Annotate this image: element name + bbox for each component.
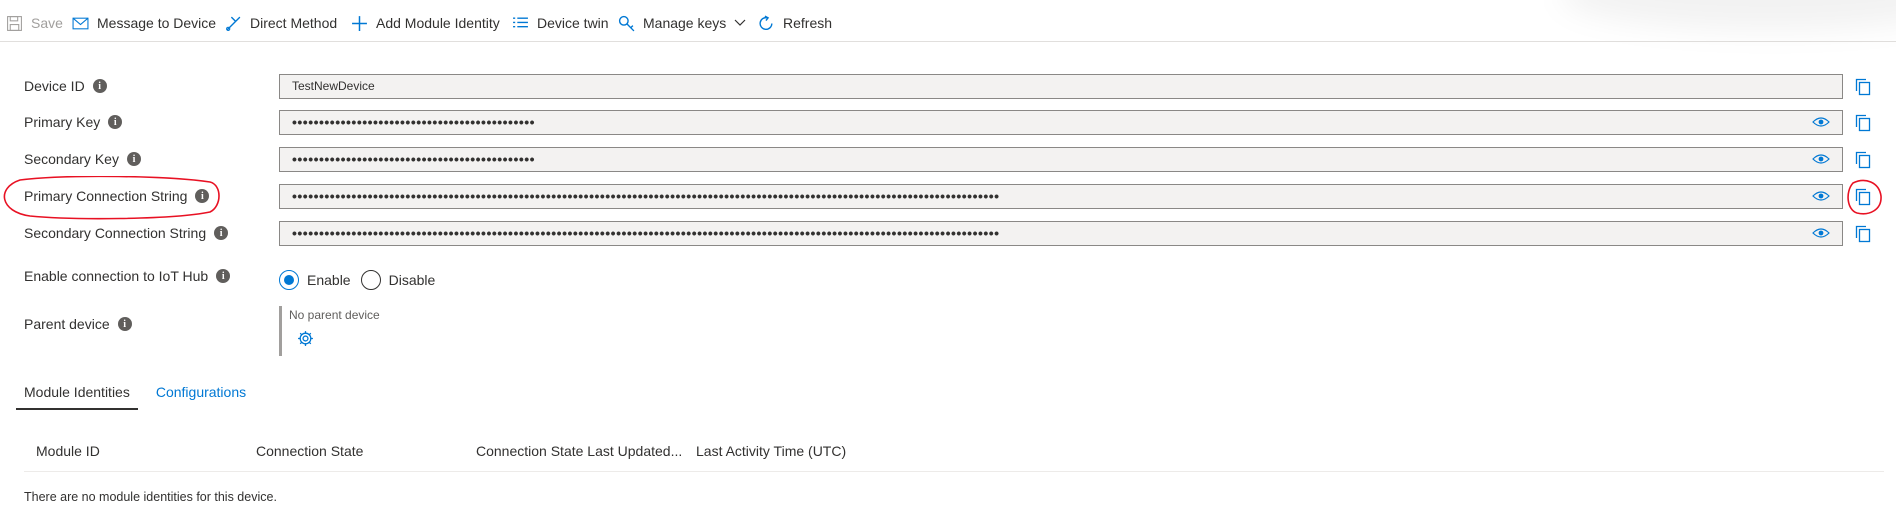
device-id-value: TestNewDevice [292, 79, 375, 93]
disable-radio-option[interactable]: Disable [360, 270, 436, 290]
enable-option-label: Enable [307, 272, 351, 288]
primary-key-label: Primary Key [24, 114, 101, 130]
plus-icon [352, 15, 367, 31]
eye-icon[interactable] [1812, 116, 1830, 128]
tab-module-identities[interactable]: Module Identities [16, 384, 138, 410]
device-id-label: Device ID [24, 78, 85, 94]
device-id-label-group: Device ID i [24, 78, 107, 94]
enable-radio-option[interactable]: Enable [279, 270, 351, 290]
eye-icon[interactable] [1812, 153, 1830, 165]
primary-key-field[interactable]: ••••••••••••••••••••••••••••••••••••••••… [279, 110, 1843, 135]
primary-connection-string-field[interactable]: ••••••••••••••••••••••••••••••••••••••••… [279, 184, 1843, 209]
save-icon [7, 15, 22, 31]
message-to-device-label: Message to Device [97, 15, 217, 31]
info-icon[interactable]: i [195, 189, 210, 203]
device-id-row: Device ID i TestNewDevice [0, 74, 1896, 100]
refresh-icon [759, 14, 773, 30]
primary-connection-string-label-group: Primary Connection String i [24, 188, 210, 204]
secondary-connection-string-row: Secondary Connection String i ••••••••••… [0, 221, 1896, 247]
copy-icon[interactable] [1855, 78, 1871, 96]
secondary-key-row: Secondary Key i ••••••••••••••••••••••••… [0, 147, 1896, 173]
primary-key-label-group: Primary Key i [24, 114, 123, 130]
copy-icon[interactable] [1855, 225, 1871, 243]
primary-connection-string-value: ••••••••••••••••••••••••••••••••••••••••… [292, 188, 1000, 204]
secondary-connection-string-label-group: Secondary Connection String i [24, 225, 229, 241]
secondary-connection-string-field[interactable]: ••••••••••••••••••••••••••••••••••••••••… [279, 221, 1843, 246]
disable-radio[interactable] [360, 270, 381, 290]
direct-method-icon [226, 16, 241, 31]
copy-icon[interactable] [1855, 188, 1871, 206]
info-icon[interactable]: i [126, 152, 141, 166]
column-header-connection-state[interactable]: Connection State [256, 443, 363, 459]
eye-icon[interactable] [1812, 227, 1830, 239]
secondary-connection-string-value: ••••••••••••••••••••••••••••••••••••••••… [292, 225, 1000, 241]
secondary-key-value: ••••••••••••••••••••••••••••••••••••••••… [292, 151, 536, 167]
empty-table-message: There are no module identities for this … [24, 490, 277, 504]
enable-radio-group: Enable Disable [279, 266, 435, 294]
parent-device-value: No parent device [289, 308, 380, 322]
parent-device-label: Parent device [24, 316, 110, 332]
save-button[interactable]: Save [6, 8, 63, 38]
primary-connection-string-row: Primary Connection String i ••••••••••••… [0, 184, 1896, 210]
column-header-last-activity-time[interactable]: Last Activity Time (UTC) [696, 443, 846, 459]
info-icon[interactable]: i [214, 226, 229, 240]
eye-icon[interactable] [1812, 190, 1830, 202]
message-to-device-button[interactable]: Message to Device [72, 8, 216, 38]
info-icon[interactable]: i [108, 115, 123, 129]
list-icon [513, 16, 528, 27]
secondary-key-label-group: Secondary Key i [24, 151, 141, 167]
toolbar-shadow [1560, 0, 1896, 30]
primary-connection-string-label: Primary Connection String [24, 188, 188, 204]
primary-key-value: ••••••••••••••••••••••••••••••••••••••••… [292, 114, 536, 130]
manage-keys-button[interactable]: Manage keys [618, 8, 746, 38]
enable-connection-label-group: Enable connection to IoT Hub i [24, 268, 231, 284]
add-module-identity-label: Add Module Identity [376, 15, 500, 31]
device-twin-label: Device twin [537, 15, 609, 31]
primary-key-row: Primary Key i ••••••••••••••••••••••••••… [0, 110, 1896, 136]
device-id-field[interactable]: TestNewDevice [279, 74, 1843, 99]
chevron-down-icon [734, 19, 746, 26]
disable-option-label: Disable [388, 272, 436, 288]
add-module-identity-button[interactable]: Add Module Identity [351, 8, 500, 38]
secondary-key-label: Secondary Key [24, 151, 119, 167]
refresh-button[interactable]: Refresh [758, 8, 832, 38]
manage-keys-label: Manage keys [643, 15, 727, 31]
refresh-label: Refresh [783, 15, 833, 31]
module-identities-table-header: Module ID Connection State Connection St… [24, 436, 1884, 472]
info-icon[interactable]: i [216, 269, 231, 283]
enable-radio[interactable] [279, 270, 299, 290]
copy-icon[interactable] [1855, 114, 1871, 132]
column-header-connection-state-last-updated[interactable]: Connection State Last Updated... [476, 443, 682, 459]
copy-icon[interactable] [1855, 151, 1871, 169]
column-header-module-id[interactable]: Module ID [36, 443, 100, 459]
save-label: Save [31, 15, 63, 31]
mail-icon [72, 17, 89, 29]
parent-device-label-group: Parent device i [24, 316, 132, 332]
enable-connection-row: Enable connection to IoT Hub i Enable Di… [0, 266, 1896, 292]
key-icon [618, 15, 635, 31]
secondary-connection-string-label: Secondary Connection String [24, 225, 207, 241]
tab-configurations[interactable]: Configurations [156, 384, 246, 410]
direct-method-button[interactable]: Direct Method [225, 8, 337, 38]
info-icon[interactable]: i [92, 79, 107, 93]
enable-connection-label: Enable connection to IoT Hub [24, 268, 209, 284]
info-icon[interactable]: i [117, 317, 132, 331]
device-twin-button[interactable]: Device twin [512, 8, 609, 38]
secondary-key-field[interactable]: ••••••••••••••••••••••••••••••••••••••••… [279, 147, 1843, 172]
gear-icon[interactable] [297, 330, 314, 347]
direct-method-label: Direct Method [250, 15, 338, 31]
tab-bar: Module Identities Configurations [16, 384, 264, 410]
command-bar: Save Message to Device Direct Method Add… [0, 0, 1896, 42]
parent-device-box: No parent device [279, 306, 479, 356]
